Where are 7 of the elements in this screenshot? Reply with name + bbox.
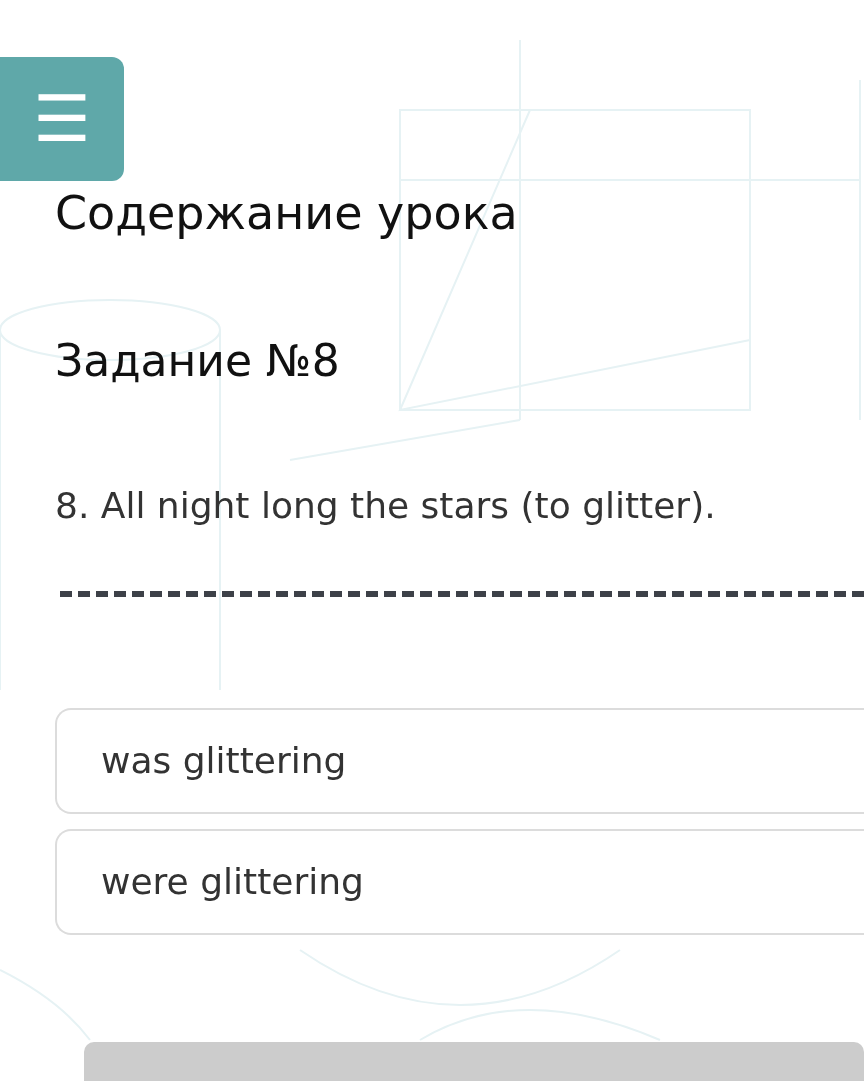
task-title: Задание №8 bbox=[55, 334, 341, 388]
lesson-title: Содержание урока bbox=[55, 185, 519, 242]
question-text: 8. All night long the stars (to glitter). bbox=[55, 484, 717, 528]
answer-option[interactable]: were glittering bbox=[55, 829, 864, 935]
answer-option[interactable]: was glittering bbox=[55, 708, 864, 814]
menu-icon: ☰ bbox=[33, 87, 91, 151]
fill-in-line[interactable] bbox=[60, 591, 864, 597]
